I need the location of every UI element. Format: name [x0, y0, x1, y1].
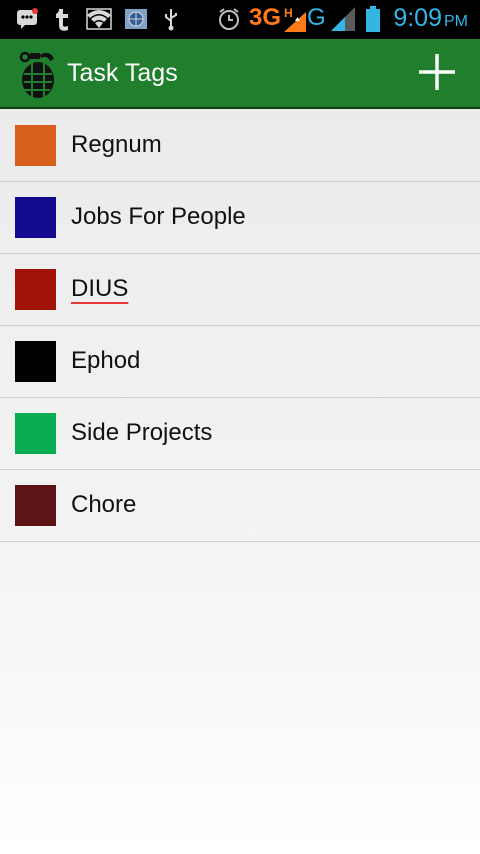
- tag-label: Regnum: [71, 131, 162, 158]
- tag-color-swatch: [15, 341, 56, 382]
- tag-label: Ephod: [71, 347, 141, 374]
- tag-row-regnum[interactable]: Regnum: [0, 110, 480, 182]
- add-tag-button[interactable]: [416, 51, 458, 93]
- battery-icon: [364, 6, 382, 32]
- tag-row-dius[interactable]: DIUS: [0, 254, 480, 326]
- plus-icon: [419, 54, 455, 90]
- globe-icon: [124, 6, 148, 32]
- tag-color-swatch: [15, 485, 56, 526]
- tag-row-side-projects[interactable]: Side Projects: [0, 398, 480, 470]
- signal-icon: [330, 6, 356, 32]
- tag-label: Side Projects: [71, 419, 213, 446]
- tag-list: Regnum Jobs For People DIUS Ephod Side P…: [0, 110, 480, 542]
- data-arrows-icon: H: [283, 6, 307, 32]
- clock-ampm: PM: [444, 13, 468, 30]
- tumblr-icon: [52, 6, 72, 32]
- clock: 9:09 PM: [393, 4, 468, 33]
- tag-row-chore[interactable]: Chore: [0, 470, 480, 542]
- network-type-label: 3G: [249, 4, 282, 31]
- tag-label: Chore: [71, 491, 137, 518]
- wifi-icon: [86, 6, 112, 32]
- tag-label: DIUS: [71, 275, 129, 302]
- svg-text:H: H: [284, 6, 293, 20]
- alarm-icon: [216, 6, 242, 32]
- tag-label: Jobs For People: [71, 203, 246, 230]
- action-bar: Task Tags: [0, 39, 480, 109]
- status-bar: 3G H G 9:09 PM: [0, 0, 480, 39]
- page-title: Task Tags: [67, 59, 178, 87]
- tag-row-ephod[interactable]: Ephod: [0, 326, 480, 398]
- tag-color-swatch: [15, 413, 56, 454]
- grenade-icon[interactable]: [16, 49, 62, 99]
- tag-color-swatch: [15, 125, 56, 166]
- tag-row-jobs-for-people[interactable]: Jobs For People: [0, 182, 480, 254]
- usb-icon: [162, 6, 180, 32]
- clock-time: 9:09: [393, 4, 442, 32]
- tag-color-swatch: [15, 269, 56, 310]
- tag-color-swatch: [15, 197, 56, 238]
- bbm-icon: [14, 6, 40, 32]
- network-type-secondary: G: [307, 4, 326, 31]
